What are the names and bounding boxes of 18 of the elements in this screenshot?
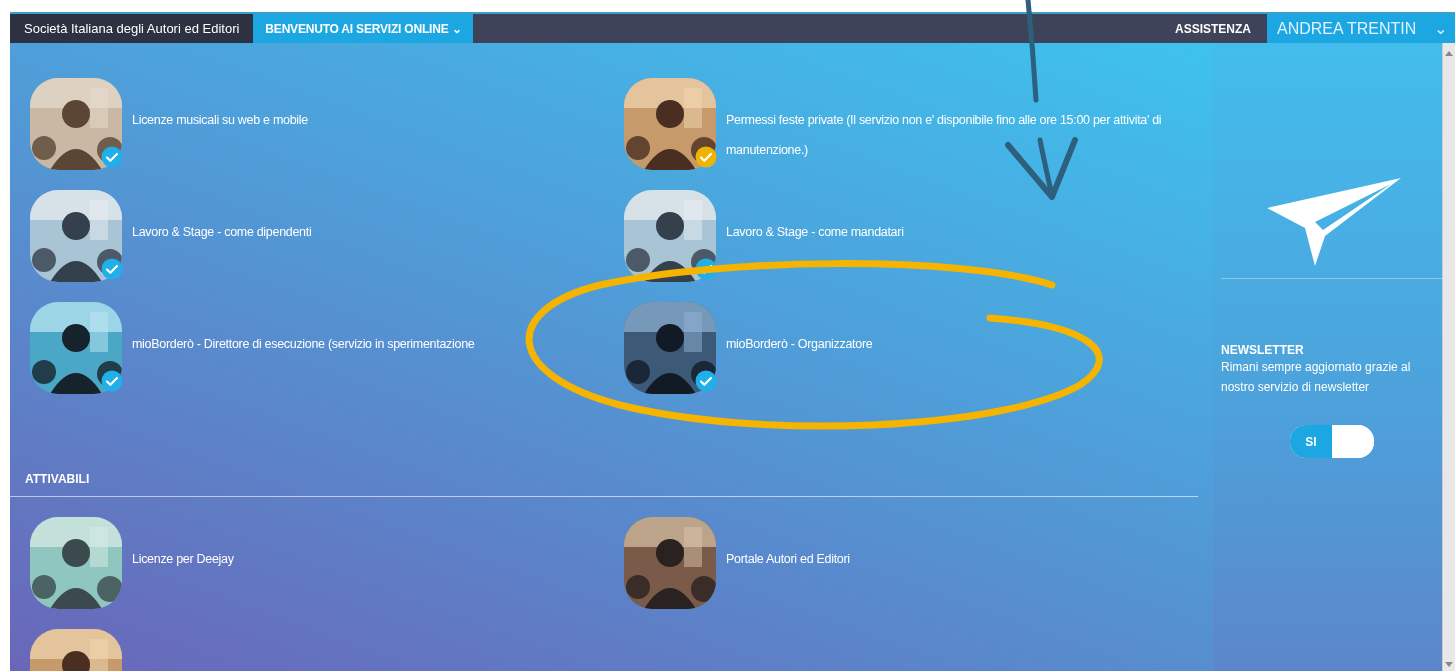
service-link[interactable]: Portale Autori ed Editori xyxy=(726,544,850,574)
brand-name[interactable]: Società Italiana degli Autori ed Editori xyxy=(10,14,254,43)
newsletter-text: Rimani sempre aggiornato grazie al nostro servizio di newsletter xyxy=(1221,359,1412,396)
scrollbar[interactable] xyxy=(1442,43,1455,671)
service-link[interactable]: Permessi feste private (Il servizio non e' disponibile fino alle ore 15:00 per attivita' di manutenzione.) xyxy=(726,105,1166,165)
user-menu[interactable]: ANDREA TRENTIN ⌄ xyxy=(1267,14,1455,43)
help-link[interactable]: ASSISTENZA xyxy=(1159,14,1267,43)
service-link[interactable]: mioBorderò - Organizzatore xyxy=(726,329,873,359)
service-link[interactable]: Lavoro & Stage - come dipendenti xyxy=(132,217,312,247)
service-link[interactable]: Lavoro & Stage - come mandatari xyxy=(726,217,904,247)
section-heading: ATTIVABILI xyxy=(25,472,91,486)
newsletter-title: NEWSLETTER xyxy=(1221,343,1305,357)
service-link[interactable]: mioBorderò - Direttore di esecuzione (servizio in sperimentazione xyxy=(132,329,475,359)
service-link[interactable]: Licenze musicali su web e mobile xyxy=(132,105,308,135)
services-menu[interactable]: BENVENUTO AI SERVIZI ONLINE ⌄ xyxy=(253,14,474,43)
paper-plane-icon xyxy=(1267,178,1401,266)
service-link[interactable]: Licenze per Deejay xyxy=(132,544,234,574)
newsletter-toggle[interactable]: SI xyxy=(1290,425,1374,458)
